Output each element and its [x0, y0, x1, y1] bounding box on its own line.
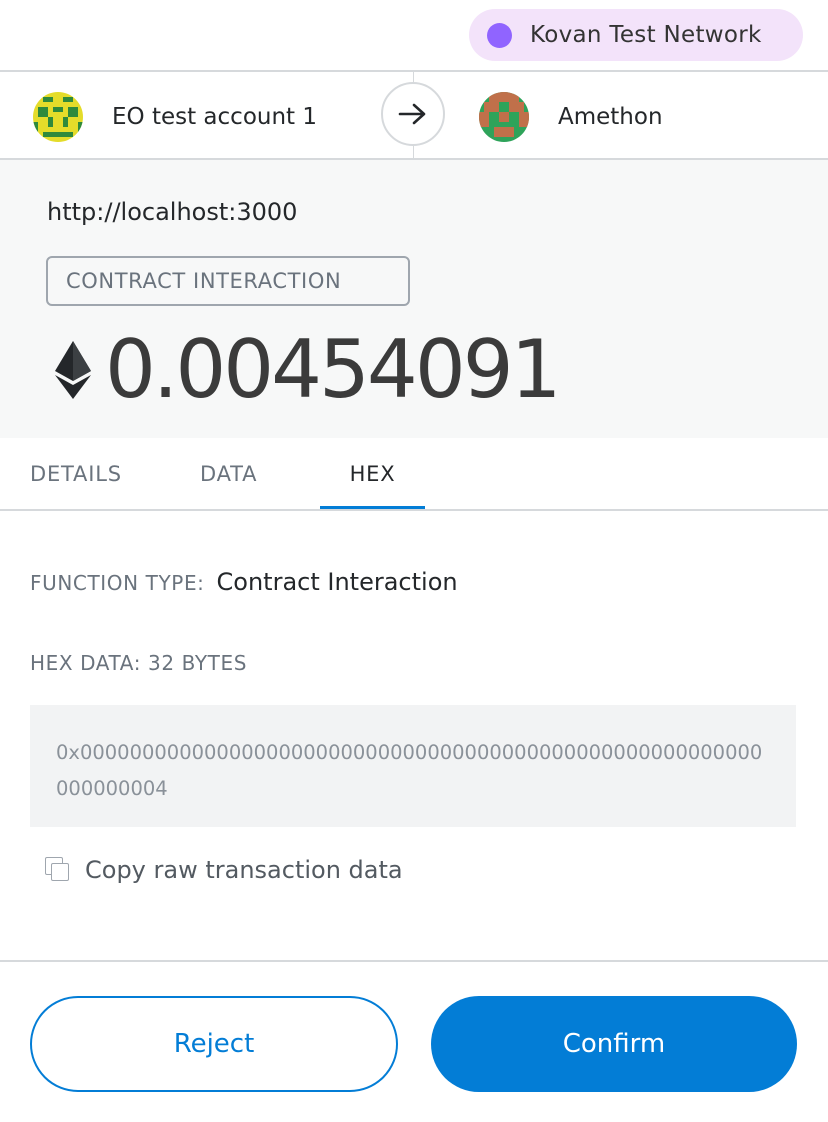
sender-account[interactable]: EO test account 1 — [33, 92, 317, 142]
request-origin: http://localhost:3000 — [47, 198, 298, 226]
copy-icon — [45, 857, 71, 883]
copy-raw-data-label: Copy raw transaction data — [85, 856, 403, 884]
sender-identicon — [33, 92, 83, 142]
tab-data[interactable]: DATA — [200, 438, 257, 509]
tab-hex[interactable]: HEX — [320, 438, 425, 509]
tab-details[interactable]: DETAILS — [30, 438, 122, 509]
detail-tabs: DETAILS DATA HEX — [0, 438, 828, 511]
active-tab-indicator — [320, 506, 425, 509]
reject-button[interactable]: Reject — [30, 996, 398, 1092]
sender-to-recipient: EO test account 1 Amethon — [0, 70, 828, 160]
transaction-summary: http://localhost:3000 CONTRACT INTERACTI… — [0, 160, 828, 438]
recipient-identicon — [479, 92, 529, 142]
copy-raw-data-button[interactable]: Copy raw transaction data — [45, 856, 403, 884]
confirm-button[interactable]: Confirm — [431, 996, 797, 1092]
hex-data-label: HEX DATA: 32 BYTES — [30, 651, 248, 675]
network-selector[interactable]: Kovan Test Network — [469, 9, 803, 61]
arrow-right-icon — [381, 82, 445, 146]
network-status-dot — [487, 22, 512, 48]
transaction-amount: 0.00454091 — [105, 323, 562, 416]
function-type-row: FUNCTION TYPE: Contract Interaction — [30, 568, 458, 596]
function-type-label: FUNCTION TYPE: — [30, 571, 205, 595]
transaction-type-badge: CONTRACT INTERACTION — [46, 256, 410, 306]
amount-row: 0.00454091 — [55, 323, 562, 416]
recipient-account[interactable]: Amethon — [479, 92, 663, 142]
sender-name: EO test account 1 — [112, 104, 318, 130]
footer-divider — [0, 960, 828, 962]
function-type-value: Contract Interaction — [216, 568, 458, 596]
recipient-name: Amethon — [558, 104, 663, 130]
hex-data-value: 0x00000000000000000000000000000000000000… — [30, 705, 796, 827]
network-name: Kovan Test Network — [530, 22, 762, 48]
ethereum-icon — [55, 341, 91, 399]
